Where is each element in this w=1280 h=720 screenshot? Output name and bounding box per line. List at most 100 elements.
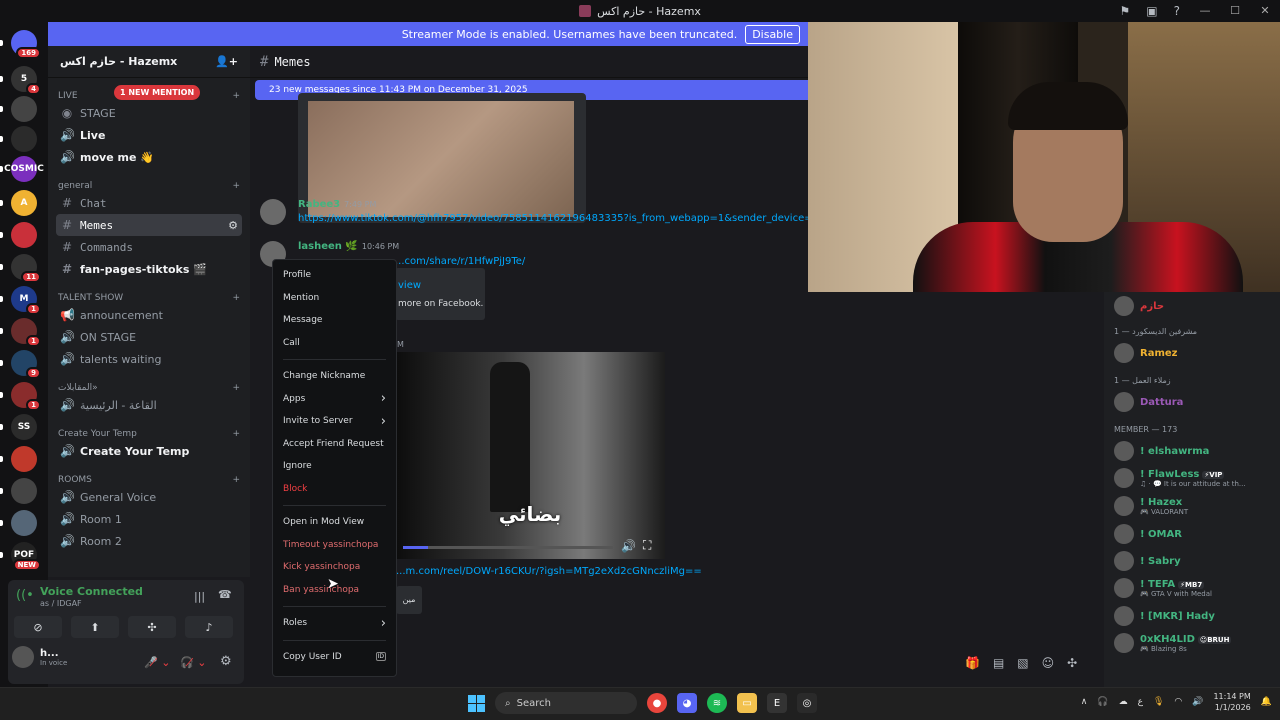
channel-text[interactable]: # Memes ⚙ [56,214,242,236]
channel-voice[interactable]: 🔊 Create Your Temp [56,440,242,462]
guild-icon[interactable] [11,478,37,504]
guild-icon[interactable] [11,446,37,472]
menu-item[interactable]: Apps › [277,388,392,411]
channel-stage[interactable]: ◉ STAGE [56,102,242,124]
new-mention-pill[interactable]: 1 NEW MENTION [114,85,201,100]
guild-icon[interactable] [11,222,37,248]
screen-icon[interactable]: ▣ [1146,4,1157,18]
channel-text[interactable]: # Chat [56,192,242,214]
video-player[interactable]: بضائي 🔊 ⛶ [395,352,665,559]
discord-icon[interactable]: ◕ [677,693,697,713]
clock[interactable]: 11:14 PM 1/1/2026 [1213,691,1250,713]
menu-item[interactable]: Change Nickname [277,365,392,388]
windows-start-icon[interactable] [468,694,485,712]
maximize-icon[interactable]: ☐ [1220,0,1250,22]
category-header[interactable]: Create Your Temp + [48,428,250,440]
channel-voice[interactable]: 🔊 Room 2 [56,530,242,552]
member-row[interactable]: Dattura [1114,390,1274,414]
member-row[interactable]: ! OMAR [1114,522,1274,546]
chevron-up-icon[interactable]: ∧ [1081,697,1088,707]
headset-icon[interactable]: 🎧 [1097,697,1108,707]
member-row[interactable]: ! Hazex 🎮 VALORANT [1114,494,1274,518]
add-channel-icon[interactable]: + [232,475,240,485]
member-row[interactable]: ! elshawrma [1114,439,1274,463]
soundboard-button[interactable]: ♪ [185,616,233,638]
channel-voice[interactable]: 🔊 Live [56,124,242,146]
guild-icon[interactable] [11,510,37,536]
guild-icon[interactable]: 54 [11,66,41,95]
inbox-icon[interactable]: ⚑ [1120,4,1131,18]
guild-icon[interactable]: M1 [11,286,41,315]
guild-icon[interactable]: 1 [11,382,41,411]
member-row[interactable]: ! [MKR] Hady [1114,604,1274,628]
channel-voice[interactable]: 🔊 ON STAGE [56,326,242,348]
steam-icon[interactable]: ◎ [797,693,817,713]
menu-item[interactable]: Block [277,478,392,501]
channel-settings-icon[interactable]: ⚙ [228,219,238,232]
menu-item[interactable]: Mention [277,287,392,310]
member-row[interactable]: ! Sabry [1114,549,1274,573]
menu-item[interactable]: Message [277,309,392,332]
apps-icon[interactable]: ✣ [1067,656,1077,670]
guild-icon[interactable] [11,126,37,152]
minimize-icon[interactable]: — [1190,0,1220,22]
camera-button[interactable]: ⊘ [14,616,62,638]
guild-icon[interactable]: POF NEW [11,542,41,571]
member-row[interactable]: 0xKH4LID ☺BRUH 🎮 Blazing 8s [1114,631,1274,655]
add-member-icon[interactable]: 👤+ [215,55,238,68]
menu-item[interactable]: Copy User ID ID [277,646,392,669]
mic-icon[interactable]: 🎙 [1153,697,1164,707]
channel-announce[interactable]: 📢 announcement [56,304,242,326]
menu-item[interactable]: Invite to Server › [277,410,392,433]
message-link[interactable]: ...com/share/r/1HfwPjJ9Te/ [395,256,525,267]
guild-icon[interactable] [11,96,37,122]
chrome-icon[interactable]: ● [647,693,667,713]
volume-icon[interactable]: 🔊 [1192,697,1203,707]
channel-voice[interactable]: 🔊 القاعة - الرئيسية [56,394,242,416]
menu-item[interactable]: Roles › [277,612,392,635]
reaction-chip[interactable]: مين [396,586,422,614]
add-channel-icon[interactable]: + [232,91,240,101]
add-channel-icon[interactable]: + [232,429,240,439]
add-channel-icon[interactable]: + [232,383,240,393]
voice-status[interactable]: Voice Connected [40,585,143,598]
member-row[interactable]: Ramez [1114,341,1274,365]
noise-suppression-icon[interactable]: ||| [194,590,205,603]
member-row[interactable]: ! TEFA ⚡MB7 🎮 GTA V with Medal [1114,576,1274,600]
server-header[interactable]: حازم اكس - Hazemx 👤+ [48,46,250,78]
channel-voice[interactable]: 🔊 talents waiting [56,348,242,370]
notification-icon[interactable]: 🔔 [1261,697,1272,707]
gift-icon[interactable]: 🎁 [965,656,980,670]
member-row[interactable]: حازم [1114,294,1274,318]
disconnect-icon[interactable]: ☎ [218,588,232,601]
gif-icon[interactable]: ▤ [993,656,1004,670]
help-icon[interactable]: ? [1174,4,1180,18]
close-icon[interactable]: ✕ [1250,0,1280,22]
avatar[interactable] [260,199,286,225]
epic-games-icon[interactable]: E [767,693,787,713]
message-author[interactable]: Rabee3 [298,199,340,210]
add-channel-icon[interactable]: + [232,293,240,303]
message-author[interactable]: lasheen 🌿 [298,241,358,252]
guild-icon[interactable]: 9 [11,350,41,379]
file-explorer-icon[interactable]: ▭ [737,693,757,713]
disable-streamer-button[interactable]: Disable [745,24,800,44]
volume-icon[interactable]: 🔊 [621,539,636,553]
channel-text[interactable]: # fan-pages-tiktoks 🎬 [56,258,242,280]
mute-icon[interactable]: 🎤̸ ⌄ [144,656,170,669]
category-header[interactable]: ROOMS + [48,474,250,486]
sticker-icon[interactable]: ▧ [1017,656,1028,670]
menu-item[interactable]: Ignore [277,455,392,478]
channel-voice[interactable]: 🔊 General Voice [56,486,242,508]
guild-icon[interactable]: SS [11,414,37,440]
facebook-embed[interactable]: view more on Facebook. [395,268,485,320]
spotify-icon[interactable]: ≋ [707,693,727,713]
add-channel-icon[interactable]: + [232,181,240,191]
cloud-icon[interactable]: ☁ [1119,697,1128,707]
guild-icon[interactable]: 1 [11,318,41,347]
activities-button[interactable]: ✣ [128,616,176,638]
wifi-icon[interactable]: ◠ [1174,697,1182,707]
menu-item[interactable]: Open in Mod View [277,511,392,534]
settings-icon[interactable]: ⚙ [220,654,232,669]
channel-voice[interactable]: 🔊 move me 👋 [56,146,242,168]
